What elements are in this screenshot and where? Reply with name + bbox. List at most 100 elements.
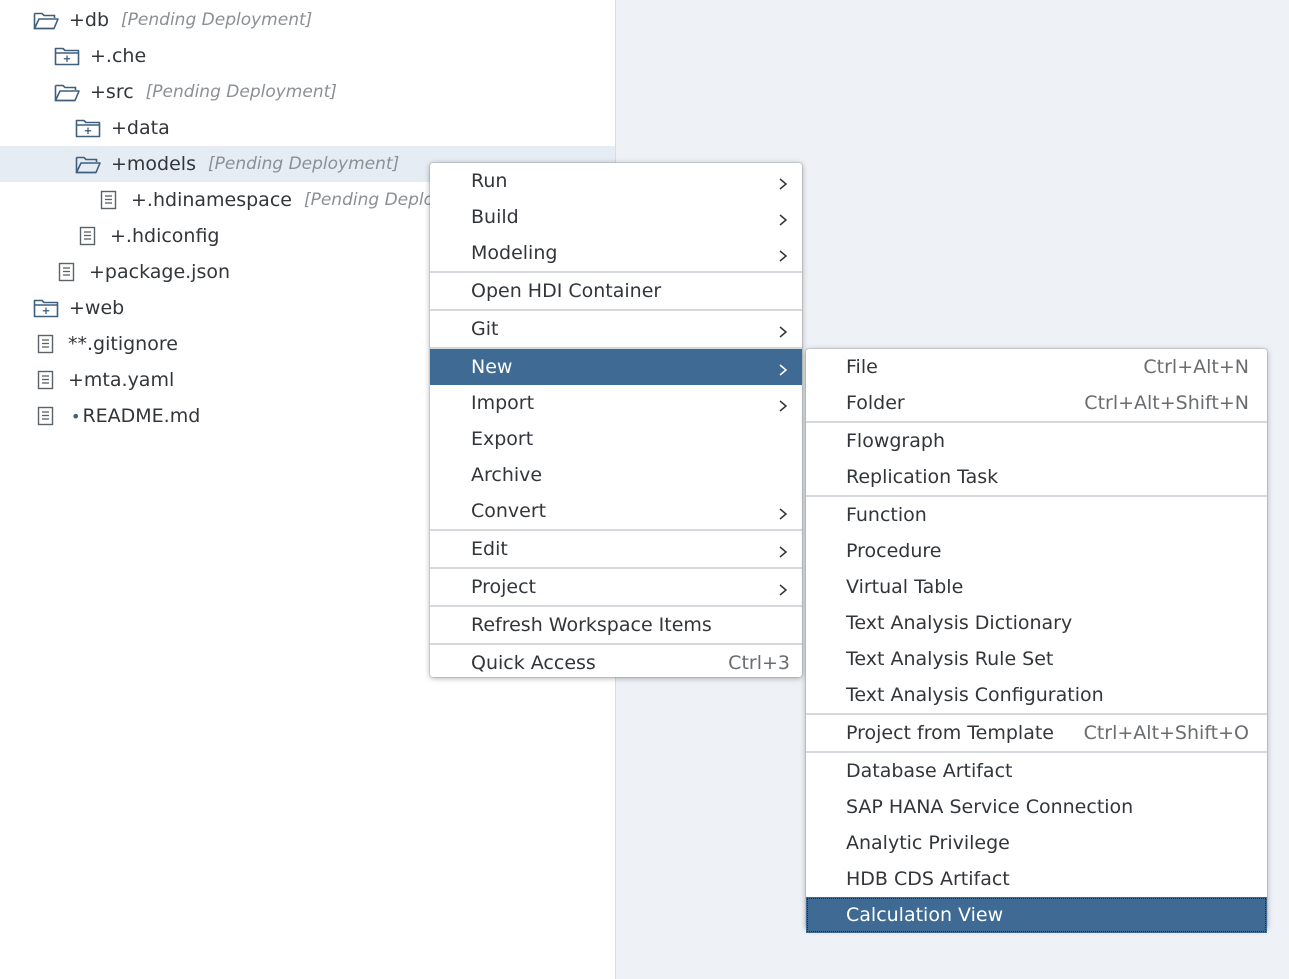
- menu-item-new[interactable]: New: [430, 349, 802, 385]
- menu-item-build[interactable]: Build: [430, 199, 802, 235]
- menu-item-label: Text Analysis Configuration: [846, 684, 1104, 706]
- new-item-analytic-privilege[interactable]: Analytic Privilege: [806, 825, 1267, 861]
- menu-item-open-hdi-container[interactable]: Open HDI Container: [430, 273, 802, 309]
- tree-item-src[interactable]: + src [Pending Deployment]: [0, 74, 615, 110]
- git-status-marker: +: [111, 153, 127, 175]
- git-status-marker: +: [110, 225, 126, 247]
- menu-item-label: Run: [471, 170, 508, 192]
- git-status-marker: +: [131, 189, 147, 211]
- folder-open-icon: [33, 10, 59, 30]
- menu-item-label: Virtual Table: [846, 576, 964, 598]
- tree-item-label: .che: [105, 45, 147, 67]
- menu-item-label: Export: [471, 428, 534, 450]
- git-status-marker: +: [68, 369, 84, 391]
- menu-item-label: File: [846, 356, 878, 378]
- file-icon: [58, 262, 76, 282]
- shortcut-label: Ctrl+3: [728, 652, 790, 674]
- chevron-right-icon: [776, 360, 790, 376]
- menu-item-edit[interactable]: Edit: [430, 531, 802, 567]
- menu-item-label: Text Analysis Rule Set: [846, 648, 1054, 670]
- new-item-flowgraph[interactable]: Flowgraph: [806, 423, 1267, 459]
- git-status-marker: +: [89, 261, 105, 283]
- tree-item-label: data: [126, 117, 170, 139]
- menu-item-label: Folder: [846, 392, 905, 414]
- new-item-hdb-cds-artifact[interactable]: HDB CDS Artifact: [806, 861, 1267, 897]
- menu-item-label: Modeling: [471, 242, 558, 264]
- menu-item-import[interactable]: Import: [430, 385, 802, 421]
- git-status-marker: +: [90, 45, 106, 67]
- new-submenu: File Ctrl+Alt+N Folder Ctrl+Alt+Shift+N Flow…: [806, 349, 1267, 933]
- chevron-right-icon: [776, 542, 790, 558]
- chevron-right-icon: [776, 322, 790, 338]
- tree-item-label: web: [84, 297, 125, 319]
- menu-item-modeling[interactable]: Modeling: [430, 235, 802, 271]
- new-item-function[interactable]: Function: [806, 497, 1267, 533]
- new-item-procedure[interactable]: Procedure: [806, 533, 1267, 569]
- new-item-replication-task[interactable]: Replication Task: [806, 459, 1267, 495]
- git-status-marker: +: [90, 81, 106, 103]
- new-item-virtual-table[interactable]: Virtual Table: [806, 569, 1267, 605]
- menu-item-label: Convert: [471, 500, 547, 522]
- file-icon: [79, 226, 97, 246]
- menu-item-export[interactable]: Export: [430, 421, 802, 457]
- context-menu: Run Build Modeling Open HDI Container Git New…: [430, 163, 802, 677]
- menu-item-label: Flowgraph: [846, 430, 945, 452]
- file-icon: [37, 370, 55, 390]
- new-item-text-analysis-rule-set[interactable]: Text Analysis Rule Set: [806, 641, 1267, 677]
- git-status-marker: +: [69, 9, 85, 31]
- git-status-marker: **: [68, 333, 87, 355]
- tree-item-label: db: [84, 9, 110, 31]
- shortcut-label: Ctrl+Alt+Shift+O: [1083, 722, 1249, 744]
- chevron-right-icon: [776, 246, 790, 262]
- folder-closed-icon: [54, 46, 80, 66]
- menu-item-run[interactable]: Run: [430, 163, 802, 199]
- new-item-file[interactable]: File Ctrl+Alt+N: [806, 349, 1267, 385]
- deployment-status: [Pending Deployment]: [121, 10, 313, 30]
- menu-item-label: Database Artifact: [846, 760, 1013, 782]
- menu-item-git[interactable]: Git: [430, 311, 802, 347]
- tree-item-label: README.md: [82, 405, 201, 427]
- menu-item-label: Open HDI Container: [471, 280, 662, 302]
- new-item-text-analysis-configuration[interactable]: Text Analysis Configuration: [806, 677, 1267, 713]
- menu-item-label: Import: [471, 392, 535, 414]
- new-item-folder[interactable]: Folder Ctrl+Alt+Shift+N: [806, 385, 1267, 421]
- new-item-project-from-template[interactable]: Project from Template Ctrl+Alt+Shift+O: [806, 715, 1267, 751]
- git-status-marker: •: [71, 406, 81, 426]
- new-item-text-analysis-dictionary[interactable]: Text Analysis Dictionary: [806, 605, 1267, 641]
- deployment-status: [Pending Deployment]: [207, 154, 400, 174]
- menu-item-quick-access[interactable]: Quick Access Ctrl+3: [430, 645, 802, 681]
- tree-item-data[interactable]: + data: [0, 110, 615, 146]
- menu-item-label: Edit: [471, 538, 508, 560]
- new-item-database-artifact[interactable]: Database Artifact: [806, 753, 1267, 789]
- menu-item-label: New: [471, 356, 513, 378]
- chevron-right-icon: [776, 210, 790, 226]
- menu-item-label: Quick Access: [471, 652, 596, 674]
- menu-item-label: Git: [471, 318, 499, 340]
- chevron-right-icon: [776, 174, 790, 190]
- menu-item-label: Procedure: [846, 540, 942, 562]
- new-item-sap-hana-service-connection[interactable]: SAP HANA Service Connection: [806, 789, 1267, 825]
- tree-item-db[interactable]: + db [Pending Deployment]: [0, 2, 615, 38]
- new-item-calculation-view[interactable]: Calculation View: [806, 897, 1267, 933]
- menu-item-convert[interactable]: Convert: [430, 493, 802, 529]
- menu-item-label: Refresh Workspace Items: [471, 614, 712, 636]
- menu-item-label: Replication Task: [846, 466, 999, 488]
- shortcut-label: Ctrl+Alt+N: [1143, 356, 1249, 378]
- menu-item-label: HDB CDS Artifact: [846, 868, 1010, 890]
- tree-item-label: .gitignore: [87, 333, 178, 355]
- menu-item-project[interactable]: Project: [430, 569, 802, 605]
- folder-closed-icon: [33, 298, 59, 318]
- file-icon: [37, 334, 55, 354]
- deployment-status: [Pending Deploy: [303, 190, 445, 210]
- tree-item-che[interactable]: + .che: [0, 38, 615, 74]
- tree-item-label: package.json: [104, 261, 231, 283]
- menu-item-archive[interactable]: Archive: [430, 457, 802, 493]
- menu-item-label: Analytic Privilege: [846, 832, 1010, 854]
- tree-item-label: models: [126, 153, 196, 175]
- folder-open-icon: [75, 154, 101, 174]
- tree-item-label: .hdiconfig: [125, 225, 220, 247]
- menu-item-label: Function: [846, 504, 927, 526]
- menu-item-label: Project: [471, 576, 537, 598]
- menu-item-refresh-workspace-items[interactable]: Refresh Workspace Items: [430, 607, 802, 643]
- menu-item-label: Text Analysis Dictionary: [846, 612, 1073, 634]
